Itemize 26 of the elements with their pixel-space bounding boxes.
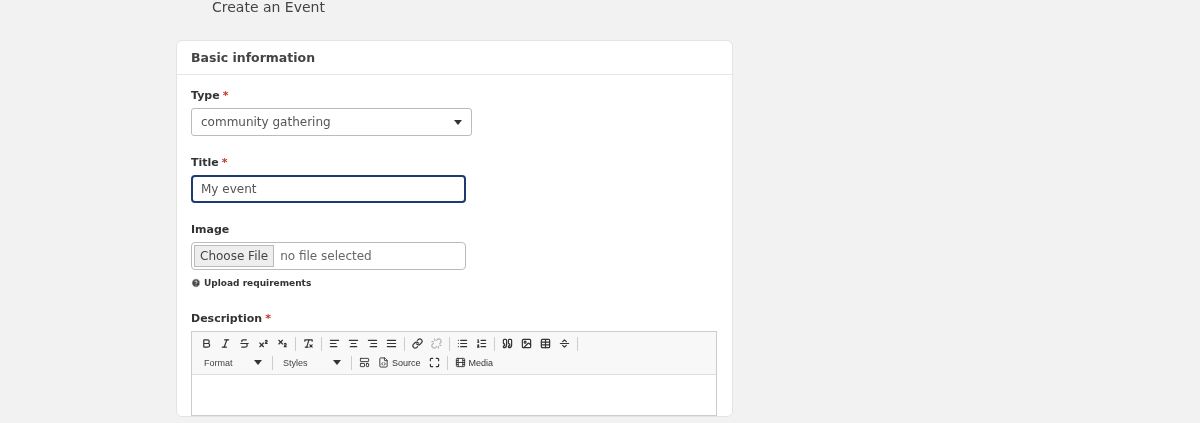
page-title: Create an Event: [212, 0, 326, 17]
caret-icon: [454, 119, 462, 125]
required-mark: *: [265, 312, 271, 325]
styles-dropdown[interactable]: Styles: [277, 355, 347, 370]
file-status: no file selected: [280, 249, 372, 263]
source-button[interactable]: Source: [375, 355, 424, 370]
help-icon: [191, 278, 201, 288]
choose-file-button[interactable]: Choose File: [194, 245, 275, 267]
type-select[interactable]: community gathering: [191, 108, 472, 136]
title-input[interactable]: My event: [191, 175, 466, 203]
code-file-icon: [378, 357, 389, 368]
caret-icon: [333, 360, 341, 365]
field-label: Title: [191, 156, 219, 169]
field-label: Description: [191, 312, 263, 325]
upload-requirements-link[interactable]: Upload requirements: [204, 278, 312, 288]
film-icon: [454, 357, 466, 368]
required-mark: *: [222, 89, 229, 102]
link-icon[interactable]: [409, 336, 426, 351]
field-label: Image: [191, 223, 230, 236]
media-button[interactable]: Media: [451, 355, 497, 370]
field-label: Type: [191, 89, 220, 102]
format-dropdown[interactable]: Format: [198, 355, 268, 370]
required-mark: *: [221, 156, 228, 169]
file-input[interactable]: Choose File no file selected: [191, 242, 466, 270]
caret-icon: [254, 360, 262, 365]
card-title: Basic information: [177, 41, 732, 75]
